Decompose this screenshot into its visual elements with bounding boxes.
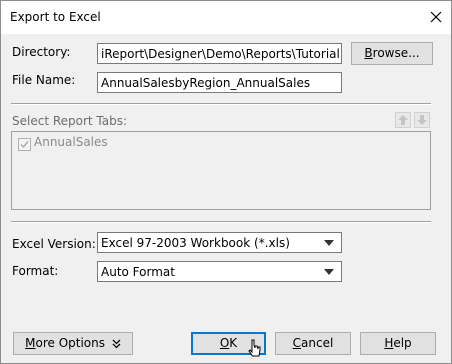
excel-version-value: Excel 97-2003 Workbook (*.xls) xyxy=(101,236,290,250)
mouse-cursor-icon xyxy=(248,339,261,357)
title-bar: Export to Excel xyxy=(1,1,451,34)
format-label: Format: xyxy=(12,264,59,278)
report-tab-checkbox[interactable] xyxy=(18,138,31,151)
excel-version-label: Excel Version: xyxy=(12,237,96,251)
dropdown-arrow-icon xyxy=(324,269,334,275)
more-options-button[interactable]: More Options xyxy=(13,332,133,355)
format-value: Auto Format xyxy=(101,265,175,279)
help-button[interactable]: Help xyxy=(360,332,436,355)
report-tabs-list: AnnualSales xyxy=(11,131,431,210)
move-up-button[interactable] xyxy=(395,112,411,128)
directory-label: Directory: xyxy=(12,45,71,59)
more-options-label-mnemonic: M xyxy=(25,336,36,350)
report-tabs-label: Select Report Tabs: xyxy=(12,114,128,128)
arrow-up-icon xyxy=(395,112,411,128)
browse-label-mnemonic: B xyxy=(364,46,373,60)
format-select[interactable]: Auto Format xyxy=(97,261,342,282)
close-button[interactable] xyxy=(425,7,447,27)
browse-button[interactable]: Browse... xyxy=(351,42,433,65)
report-tab-label: AnnualSales xyxy=(34,135,108,149)
file-name-label: File Name: xyxy=(12,73,76,87)
help-label-post: elp xyxy=(393,336,412,350)
directory-field[interactable]: iReport\Designer\Demo\Reports\TutorialRe… xyxy=(97,43,342,64)
cancel-button[interactable]: Cancel xyxy=(275,332,351,355)
browse-label-post: rowse... xyxy=(372,46,420,60)
ok-label-mnemonic: O xyxy=(219,336,230,350)
directory-value: iReport\Designer\Demo\Reports\TutorialRe… xyxy=(101,47,341,61)
cancel-label-mnemonic: C xyxy=(292,336,302,350)
file-name-field[interactable]: AnnualSalesbyRegion_AnnualSales xyxy=(97,72,342,93)
separator-middle xyxy=(11,221,431,223)
export-to-excel-dialog: Export to Excel Directory: iReport\Desig… xyxy=(0,0,452,364)
more-options-label-post: ore Options xyxy=(35,336,106,350)
dropdown-arrow-icon xyxy=(324,240,334,246)
window-title: Export to Excel xyxy=(10,10,101,24)
excel-version-select[interactable]: Excel 97-2003 Workbook (*.xls) xyxy=(97,232,342,253)
double-chevron-down-icon xyxy=(112,339,121,348)
file-name-value: AnnualSalesbyRegion_AnnualSales xyxy=(101,76,311,90)
help-label-mnemonic: H xyxy=(384,336,394,350)
ok-label-post: K xyxy=(229,336,238,350)
close-icon xyxy=(430,11,442,23)
arrow-down-icon xyxy=(414,112,430,128)
checkmark-icon xyxy=(20,141,29,149)
separator-top xyxy=(11,103,431,105)
move-down-button[interactable] xyxy=(414,112,430,128)
cancel-label-post: ancel xyxy=(301,336,334,350)
